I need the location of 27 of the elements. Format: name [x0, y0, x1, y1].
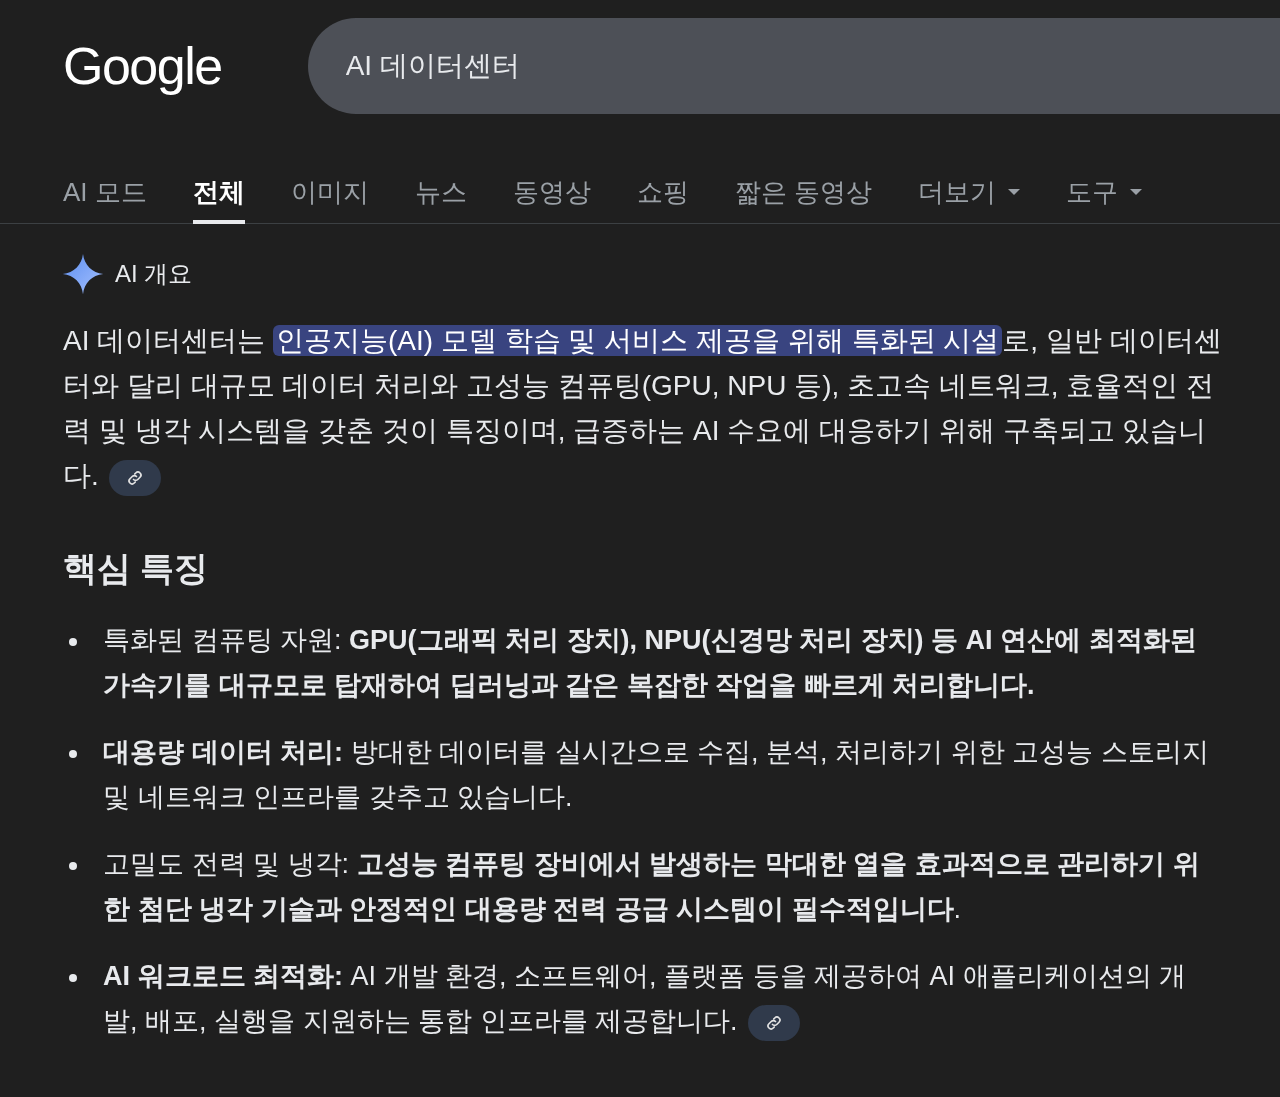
source-link-button[interactable] — [108, 459, 161, 496]
caret-icon — [1008, 189, 1021, 195]
link-icon — [764, 1013, 783, 1032]
bullet-icon — [69, 750, 77, 758]
section-title: AI 개요 — [115, 259, 193, 289]
summary-text: AI 데이터센터는 인공지능(AI) 모델 학습 및 서비스 제공을 위해 특화된 시설 로, 일반 데이터센터와 달리 대규모 데이터 처리와 고성능 컴퓨팅(GPU, NPU 등), 초고속 네트워크, 효율적인 전력 및 냉각 시스템을 갖춘 것이 특징이며, 급증하는 AI 수요에 대응하기 위해 구축되고 있습니다. — [63, 325, 1222, 491]
tab[interactable]: 전체 — [192, 164, 245, 224]
tab[interactable]: 동영상 — [512, 164, 591, 224]
caret-icon — [1130, 189, 1143, 195]
tab[interactable]: 뉴스 — [414, 164, 467, 224]
bullet-icon — [69, 862, 77, 870]
tab[interactable]: 도구 — [1066, 164, 1143, 224]
tab[interactable]: AI 모드 — [63, 164, 147, 224]
list-item-text: 특화된 컴퓨팅 자원: GPU(그래픽 처리 장치), NPU(신경망 처리 장치) 등 AI 연산에 최적화된 가속기를 대규모로 탑재하여 딥러닝과 같은 복잡한 작업을 빠르게 처리합니다. — [103, 625, 1197, 700]
bullet-icon — [69, 974, 77, 982]
tab[interactable]: 더보기 — [918, 164, 1021, 224]
tab[interactable]: 짧은 동영상 — [734, 164, 873, 224]
section-heading: 핵심 특징 — [63, 548, 210, 589]
source-link-button[interactable] — [747, 1004, 800, 1041]
link-icon — [125, 468, 144, 487]
bullet-icon — [69, 638, 77, 646]
list-item-text: 대용량 데이터 처리: 방대한 데이터를 실시간으로 수집, 분석, 처리하기 위한 고성능 스토리지 및 네트워크 인프라를 갖추고 있습니다. — [103, 737, 1209, 812]
tab[interactable]: 쇼핑 — [636, 164, 689, 224]
tab[interactable]: 이미지 — [290, 164, 369, 224]
list-item-text: 고밀도 전력 및 냉각: 고성능 컴퓨팅 장비에서 발생하는 막대한 열을 효과적으로 관리하기 위한 첨단 냉각 기술과 안정적인 대용량 전력 공급 시스템이 필수적입니다. — [103, 849, 1200, 924]
search-field[interactable]: AI 데이터센터 — [307, 18, 1280, 114]
highlight: 인공지능(AI) 모델 학습 및 서비스 제공을 위해 특화된 시설 — [273, 325, 1003, 356]
